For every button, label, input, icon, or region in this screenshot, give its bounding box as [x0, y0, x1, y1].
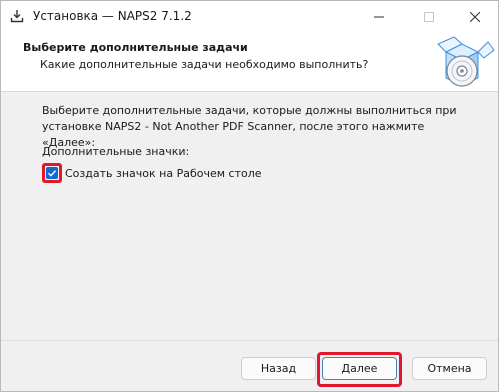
minimize-icon: [374, 12, 384, 22]
desktop-icon-checkbox[interactable]: [46, 167, 58, 179]
window-title: Установка — NAPS2 7.1.2: [33, 9, 192, 23]
instructions-text: Выберите дополнительные задачи, которые …: [42, 104, 457, 149]
installer-window: Установка — NAPS2 7.1.2 Выберите дополни…: [0, 0, 499, 392]
desktop-icon-label: Создать значок на Рабочем столе: [65, 166, 262, 180]
wizard-footer: Назад Далее Отмена: [1, 340, 498, 391]
title-bar: Установка — NAPS2 7.1.2: [1, 1, 498, 32]
installer-download-icon: [10, 9, 24, 23]
minimize-button[interactable]: [356, 1, 402, 32]
maximize-button[interactable]: [406, 1, 452, 32]
page-title: Выберите дополнительные задачи: [23, 41, 248, 54]
desktop-icon-task[interactable]: Создать значок на Рабочем столе: [42, 163, 262, 183]
additional-icons-label: Дополнительные значки:: [42, 145, 190, 158]
footer-divider: [1, 340, 498, 341]
wizard-body: Выберите дополнительные задачи, которые …: [1, 92, 498, 340]
software-box-disc-icon: [432, 34, 496, 90]
back-button[interactable]: Назад: [241, 357, 316, 380]
maximize-icon: [424, 11, 434, 22]
close-icon: [470, 11, 480, 22]
next-button[interactable]: Далее: [322, 357, 397, 380]
cancel-button[interactable]: Отмена: [412, 357, 487, 380]
checkbox-highlight: [42, 163, 62, 183]
page-subtitle: Какие дополнительные задачи необходимо в…: [40, 58, 369, 71]
wizard-header: Выберите дополнительные задачи Какие доп…: [1, 32, 498, 92]
close-button[interactable]: [452, 1, 498, 32]
